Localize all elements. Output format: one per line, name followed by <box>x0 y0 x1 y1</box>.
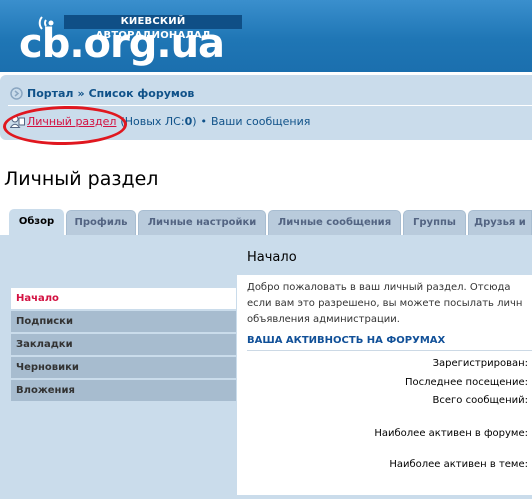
tab-groups[interactable]: Группы <box>403 210 466 235</box>
stat-registered-label: Зарегистрирован: <box>432 358 528 369</box>
menu-item-start[interactable]: Начало <box>11 288 236 309</box>
bullet-separator: • <box>200 115 208 128</box>
menu-item-bookmarks[interactable]: Закладки <box>11 334 236 355</box>
breadcrumb: Портал » Список форумов <box>10 87 194 100</box>
side-menu: Начало Подписки Закладки Черновики Вложе… <box>11 288 236 403</box>
stat-most-active-forum-label: Наиболее активен в форуме: <box>374 428 528 439</box>
welcome-line: объявления администрации. <box>247 314 400 325</box>
stat-last-visit-label: Последнее посещение: <box>404 377 528 388</box>
home-icon <box>10 87 23 100</box>
site-header: КИЕВСКИЙ АВТОРАДИОНАЛАЛ cb.org.ua <box>0 0 532 72</box>
welcome-line: Добро пожаловать в ваш личный раздел. От… <box>247 282 511 293</box>
breadcrumb-separator: » <box>77 87 85 100</box>
welcome-text: Добро пожаловать в ваш личный раздел. От… <box>247 280 532 328</box>
breadcrumb-forum-list-link[interactable]: Список форумов <box>89 87 195 100</box>
breadcrumb-portal-link[interactable]: Портал <box>27 87 74 100</box>
tab-overview[interactable]: Обзор <box>9 209 64 236</box>
new-pm-count[interactable]: 0 <box>185 115 193 128</box>
new-pm-suffix: ) <box>192 115 197 128</box>
site-logo[interactable]: cb.org.ua <box>19 22 225 66</box>
welcome-line: если вам это разрешено, вы можете посыла… <box>247 298 523 309</box>
menu-item-attachments[interactable]: Вложения <box>11 380 236 401</box>
stat-total-posts-label: Всего сообщений: <box>432 395 528 406</box>
tab-private-messages[interactable]: Личные сообщения <box>268 210 401 235</box>
tab-personal-settings[interactable]: Личные настройки <box>138 210 266 235</box>
activity-section-title: ВАША АКТИВНОСТЬ НА ФОРУМАХ <box>247 335 532 351</box>
your-posts-link[interactable]: Ваши сообщения <box>211 115 310 128</box>
tab-friends[interactable]: Друзья и <box>468 210 532 235</box>
tab-profile[interactable]: Профиль <box>66 210 136 235</box>
content-title: Начало <box>247 250 297 265</box>
stat-most-active-topic-label: Наиболее активен в теме: <box>389 459 528 470</box>
menu-item-drafts[interactable]: Черновики <box>11 357 236 378</box>
navbar-divider <box>8 105 532 106</box>
menu-item-subscriptions[interactable]: Подписки <box>11 311 236 332</box>
new-pm-prefix: (Новых ЛС: <box>120 115 185 128</box>
page-title: Личный раздел <box>4 168 159 190</box>
